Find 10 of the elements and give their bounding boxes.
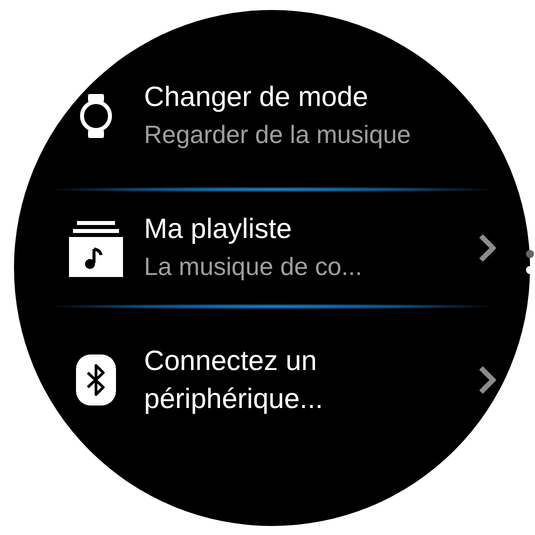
item-subtitle: La musique de co... — [144, 252, 364, 283]
item-title: Connectez un périphérique... — [144, 344, 324, 416]
menu-item[interactable]: Changer de mode Regarder de la musique — [14, 55, 530, 177]
menu-item[interactable]: Connectez un périphérique... — [14, 319, 530, 441]
watch-icon — [78, 92, 114, 140]
item-subtitle: Regarder de la musique — [144, 120, 412, 151]
playlist-icon — [69, 219, 123, 277]
item-title: Ma playliste — [144, 212, 293, 246]
item-title: Changer de mode — [144, 80, 370, 114]
bluetooth-icon — [76, 354, 116, 406]
